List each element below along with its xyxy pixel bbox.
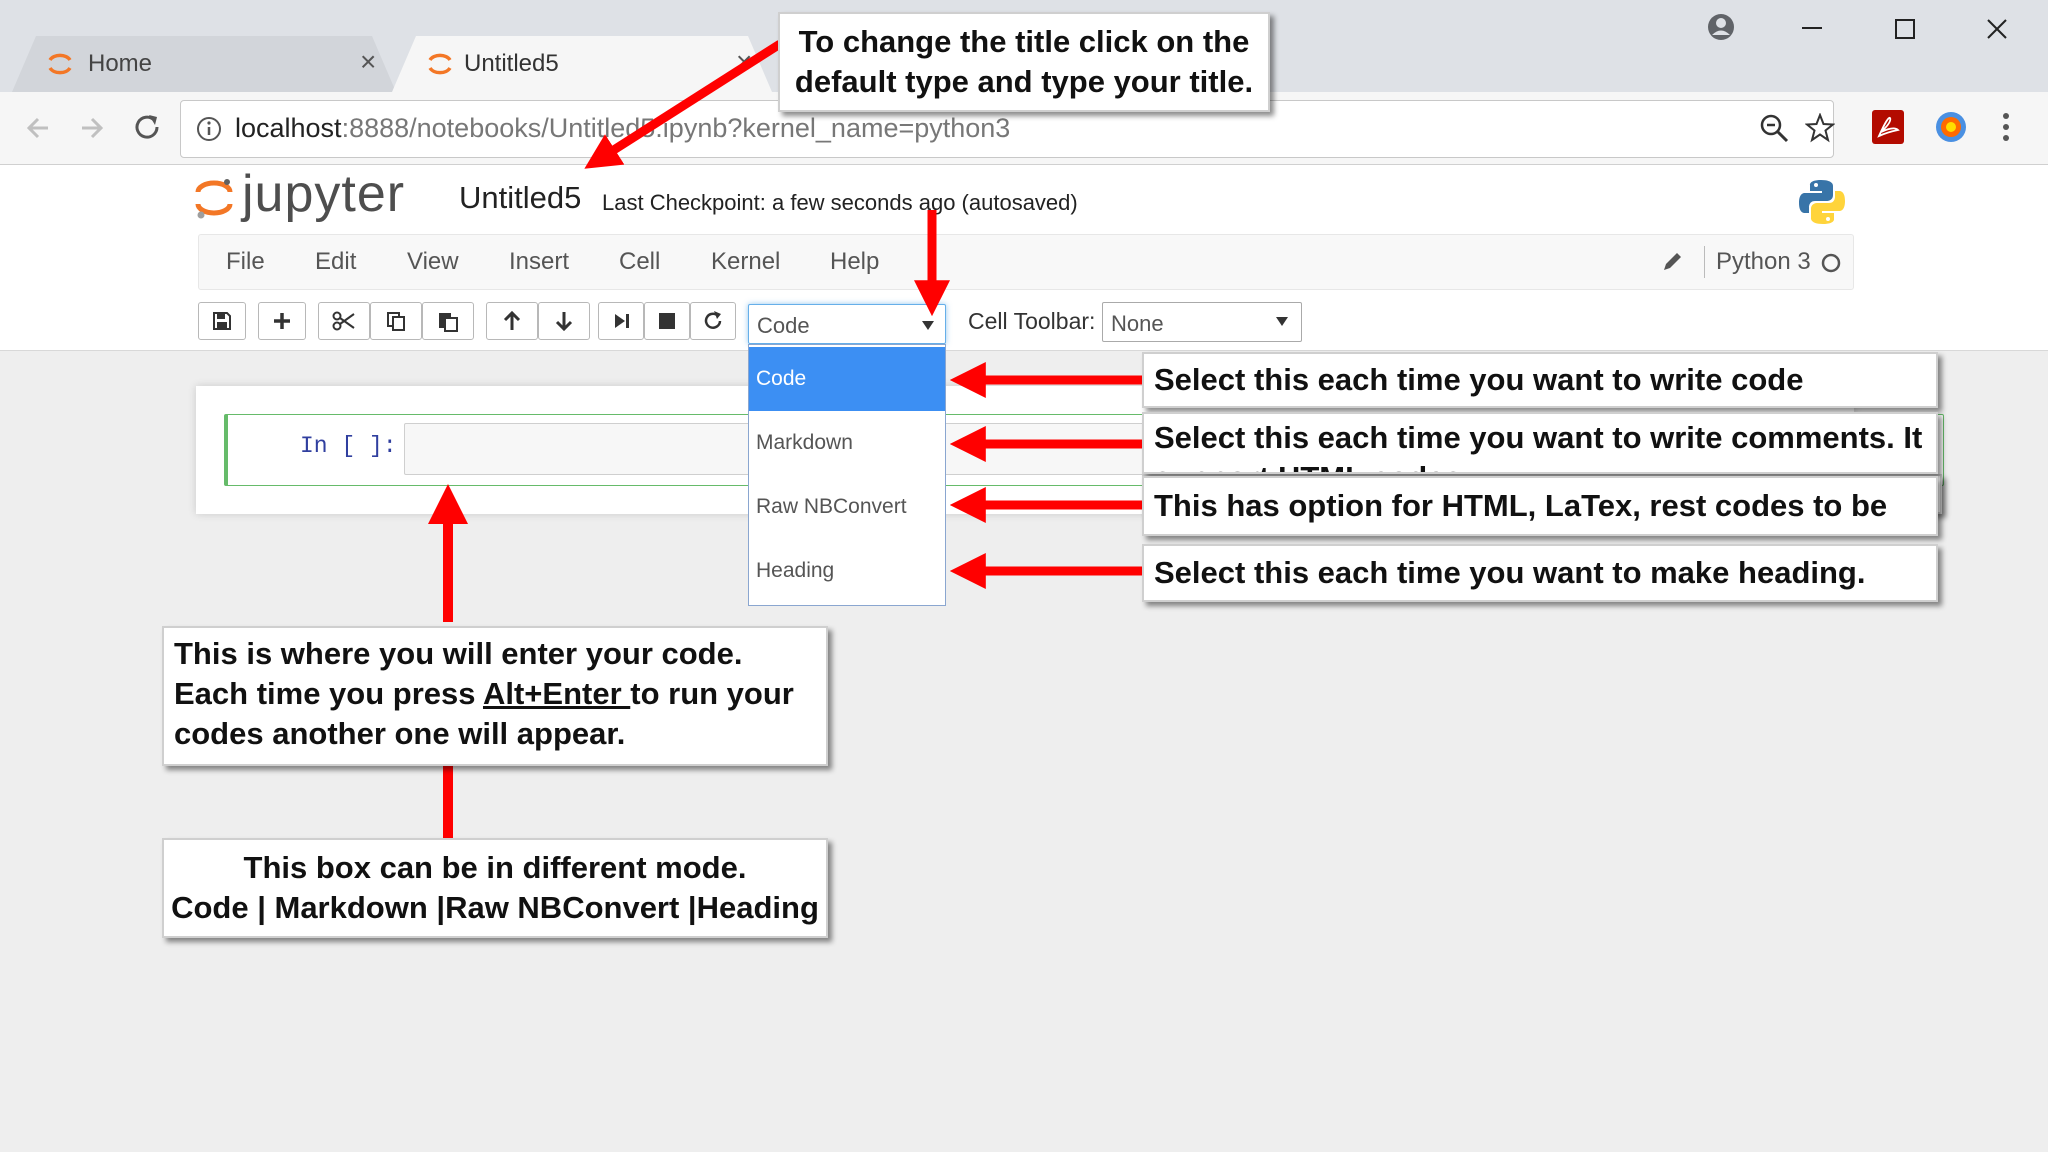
callout-text: Code | Markdown |Raw NBConvert |Heading: [171, 890, 819, 925]
callout-text: Select this each time you want to write …: [1154, 362, 1804, 397]
callout-text: Select this each time you want to write …: [1154, 420, 1923, 472]
callout-heading-hint: Select this each time you want to make h…: [1142, 544, 1938, 602]
callout-title-hint: To change the title click on the default…: [778, 12, 1270, 112]
callout-markdown-hint: Select this each time you want to write …: [1142, 412, 1938, 474]
shortcut-key: Alt+Enter: [482, 676, 631, 711]
callout-code-hint: Select this each time you want to write …: [1142, 352, 1938, 408]
callout-raw-hint: This has option for HTML, LaTex, rest co…: [1142, 476, 1938, 536]
callout-cell-hint: This is where you will enter your code. …: [162, 626, 828, 766]
callout-text: This box can be in different mode.: [243, 850, 747, 885]
callout-text: Select this each time you want to make h…: [1154, 555, 1866, 590]
callout-mode-hint: This box can be in different mode. Code …: [162, 838, 828, 938]
callout-text: This has option for HTML, LaTex, rest co…: [1154, 488, 1888, 534]
callout-text: This is where you will enter your code. …: [174, 634, 816, 754]
callout-text: To change the title click on the default…: [794, 24, 1254, 99]
